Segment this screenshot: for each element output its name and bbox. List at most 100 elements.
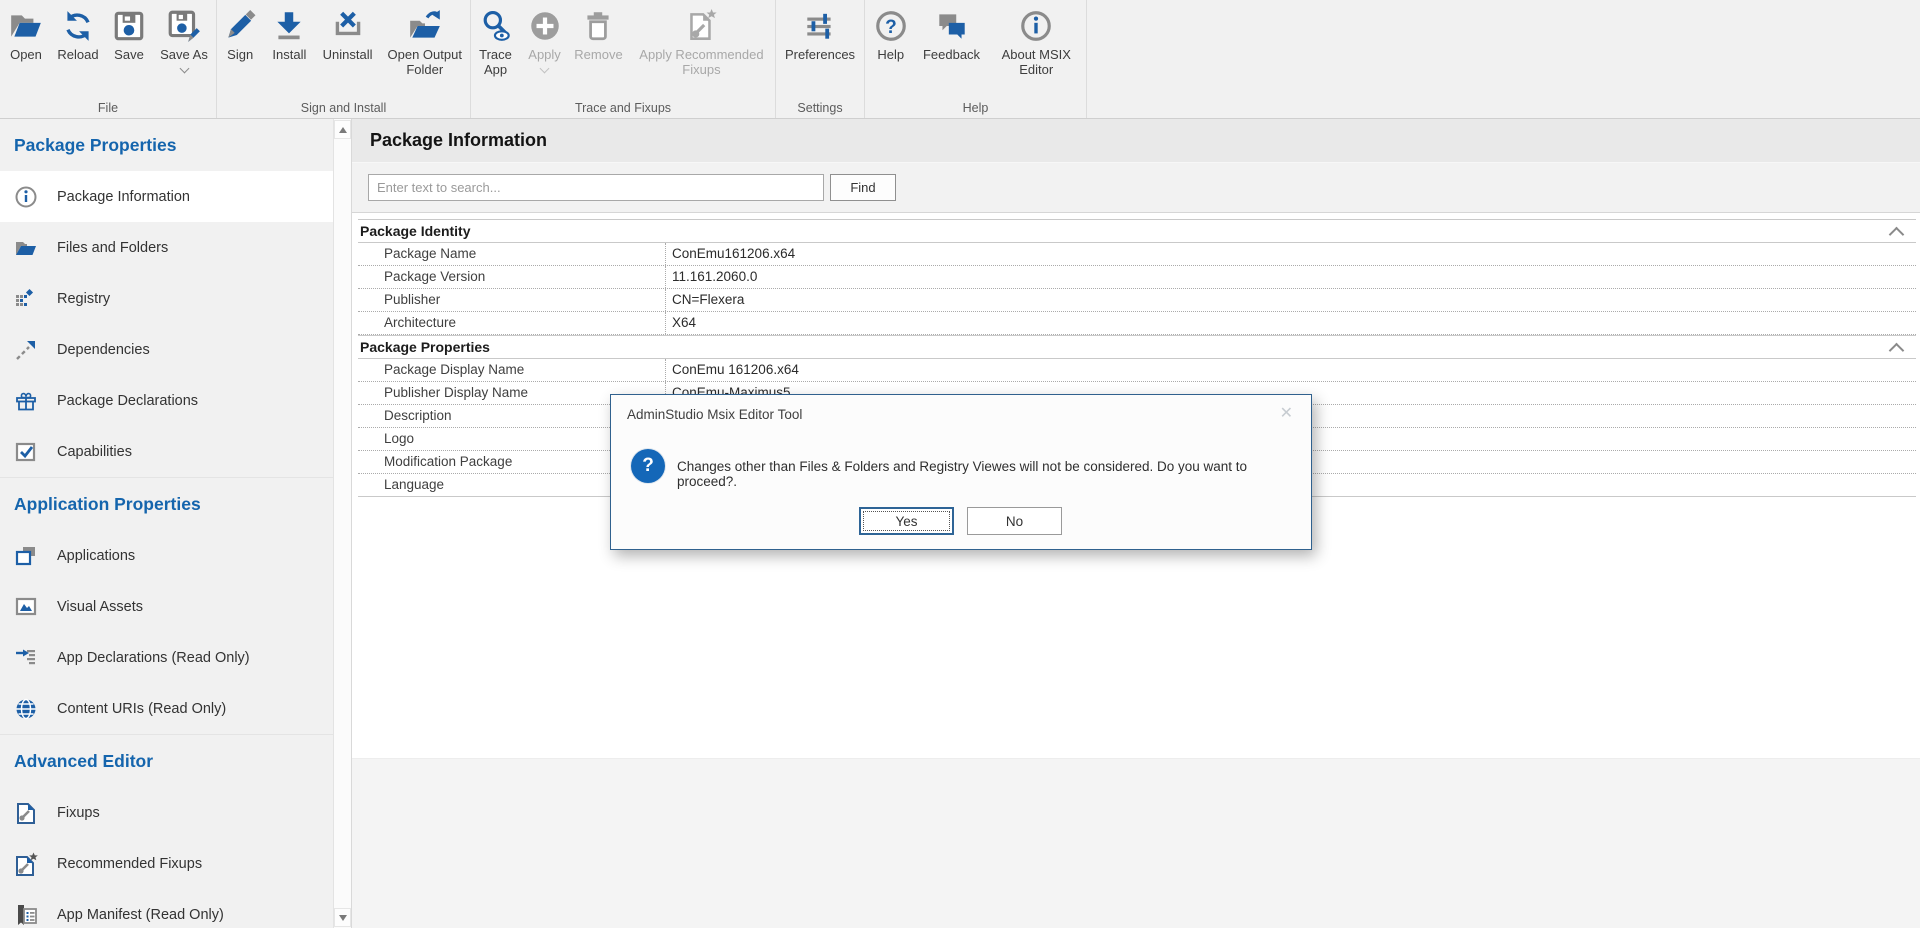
about-info-icon bbox=[1018, 8, 1054, 44]
no-button[interactable]: No bbox=[967, 507, 1062, 535]
open-button[interactable]: Open bbox=[2, 8, 50, 62]
scroll-up-icon[interactable] bbox=[334, 120, 351, 139]
find-button[interactable]: Find bbox=[830, 174, 896, 201]
row-label: Package Version bbox=[358, 266, 666, 288]
table-row: Architecture X64 bbox=[358, 312, 1916, 335]
toolbar-group-file: Open Reload Save Save As File bbox=[0, 0, 217, 118]
yes-button[interactable]: Yes bbox=[859, 507, 954, 535]
toolbar-button-label: Uninstall bbox=[323, 47, 373, 62]
sidebar-item-registry[interactable]: Registry bbox=[0, 273, 333, 324]
uninstall-button[interactable]: Uninstall bbox=[316, 8, 380, 62]
sidebar-item-applications[interactable]: Applications bbox=[0, 530, 333, 581]
panel-lower-background bbox=[352, 758, 1920, 928]
row-value[interactable]: X64 bbox=[666, 312, 1916, 334]
sidebar-item-visual-assets[interactable]: Visual Assets bbox=[0, 581, 333, 632]
question-icon: ? bbox=[631, 449, 665, 483]
toolbar-button-label: Remove bbox=[574, 47, 622, 62]
toolbar-group-label: Trace and Fixups bbox=[471, 101, 775, 115]
trace-app-button[interactable]: Trace App bbox=[471, 8, 520, 77]
search-band: Find bbox=[352, 163, 1920, 213]
sidebar-section-advanced-editor: Advanced Editor Fixups Recommended Fixup… bbox=[0, 734, 333, 928]
toolbar-button-label: Preferences bbox=[785, 47, 855, 62]
install-button[interactable]: Install bbox=[263, 8, 315, 62]
close-icon[interactable]: ✕ bbox=[1280, 403, 1293, 423]
page-title: Package Information bbox=[370, 130, 547, 151]
preferences-button[interactable]: Preferences bbox=[780, 8, 860, 62]
sidebar-section-package-properties: Package Properties Package Information F… bbox=[0, 119, 333, 477]
save-as-button[interactable]: Save As bbox=[154, 8, 214, 72]
toolbar-button-label: Trace App bbox=[471, 47, 520, 77]
row-label: Publisher bbox=[358, 289, 666, 311]
uninstall-icon bbox=[330, 8, 366, 44]
package-declarations-icon bbox=[13, 389, 39, 413]
dialog-message: Changes other than Files & Folders and R… bbox=[677, 459, 1295, 489]
folder-icon bbox=[13, 236, 39, 260]
toolbar-group-label: Help bbox=[865, 101, 1086, 115]
open-output-folder-button[interactable]: Open Output Folder bbox=[380, 8, 470, 77]
app-manifest-icon bbox=[13, 903, 39, 927]
sidebar-item-package-declarations[interactable]: Package Declarations bbox=[0, 375, 333, 426]
help-icon: ? bbox=[873, 8, 909, 44]
reload-button[interactable]: Reload bbox=[52, 8, 104, 62]
section-header-package-properties[interactable]: Package Properties bbox=[358, 335, 1916, 359]
chevron-down-icon[interactable] bbox=[179, 64, 189, 74]
table-row: Package Display Name ConEmu 161206.x64 bbox=[358, 359, 1916, 382]
sidebar-item-recommended-fixups[interactable]: Recommended Fixups bbox=[0, 838, 333, 889]
sign-button[interactable]: Sign bbox=[217, 8, 263, 62]
sidebar-item-capabilities[interactable]: Capabilities bbox=[0, 426, 333, 477]
apply-icon bbox=[527, 8, 563, 44]
confirm-dialog: AdminStudio Msix Editor Tool ✕ ? Changes… bbox=[610, 394, 1312, 550]
row-value[interactable]: 11.161.2060.0 bbox=[666, 266, 1916, 288]
remove-trash-icon bbox=[580, 8, 616, 44]
row-label: Package Display Name bbox=[358, 359, 666, 381]
fixups-icon bbox=[13, 801, 39, 825]
feedback-icon bbox=[934, 8, 970, 44]
preferences-sliders-icon bbox=[802, 8, 838, 44]
search-input[interactable] bbox=[368, 174, 824, 201]
sidebar-item-app-declarations[interactable]: App Declarations (Read Only) bbox=[0, 632, 333, 683]
toolbar-button-label: Save As bbox=[160, 47, 208, 62]
sidebar-item-fixups[interactable]: Fixups bbox=[0, 787, 333, 838]
sidebar-item-package-information[interactable]: Package Information bbox=[0, 171, 333, 222]
scroll-down-icon[interactable] bbox=[334, 908, 351, 927]
feedback-button[interactable]: Feedback bbox=[917, 8, 987, 62]
save-button[interactable]: Save bbox=[106, 8, 152, 62]
chevron-down-icon bbox=[540, 64, 550, 74]
toolbar-button-label: Apply Recommended Fixups bbox=[628, 47, 775, 77]
save-icon bbox=[111, 8, 147, 44]
row-value[interactable]: ConEmu 161206.x64 bbox=[666, 359, 1916, 381]
row-value[interactable]: ConEmu161206.x64 bbox=[666, 243, 1916, 265]
sidebar-item-files-and-folders[interactable]: Files and Folders bbox=[0, 222, 333, 273]
toolbar-button-label: Open bbox=[10, 47, 42, 62]
sidebar-item-app-manifest[interactable]: App Manifest (Read Only) bbox=[0, 889, 333, 928]
collapse-chevron-icon[interactable] bbox=[1889, 343, 1905, 359]
globe-icon bbox=[13, 697, 39, 721]
help-button[interactable]: ? Help bbox=[870, 8, 912, 62]
sidebar-item-dependencies[interactable]: Dependencies bbox=[0, 324, 333, 375]
sidebar-scrollbar[interactable] bbox=[333, 119, 351, 928]
sidebar-section-title: Application Properties bbox=[0, 478, 333, 530]
remove-button: Remove bbox=[569, 8, 628, 62]
dependencies-icon bbox=[13, 338, 39, 362]
sidebar-nav: Package Properties Package Information F… bbox=[0, 119, 352, 928]
apply-recommended-fixups-icon bbox=[683, 8, 719, 44]
section-header-package-identity[interactable]: Package Identity bbox=[358, 219, 1916, 243]
registry-icon bbox=[13, 287, 39, 311]
table-row: Publisher CN=Flexera bbox=[358, 289, 1916, 312]
trace-app-icon bbox=[478, 8, 514, 44]
table-row: Package Version 11.161.2060.0 bbox=[358, 266, 1916, 289]
table-row: Package Name ConEmu161206.x64 bbox=[358, 243, 1916, 266]
collapse-chevron-icon[interactable] bbox=[1889, 227, 1905, 243]
svg-text:?: ? bbox=[885, 17, 897, 38]
toolbar-group-label: Settings bbox=[776, 101, 864, 115]
toolbar-group-settings: Preferences Settings bbox=[776, 0, 865, 118]
toolbar-button-label: Install bbox=[272, 47, 306, 62]
toolbar-group-sign-and-install: Sign Install Uninstall Open Output Folde… bbox=[217, 0, 471, 118]
about-msix-editor-button[interactable]: About MSIX Editor bbox=[991, 8, 1081, 77]
toolbar-button-label: Reload bbox=[57, 47, 98, 62]
row-value[interactable]: CN=Flexera bbox=[666, 289, 1916, 311]
sidebar-item-content-uris[interactable]: Content URIs (Read Only) bbox=[0, 683, 333, 734]
row-label: Architecture bbox=[358, 312, 666, 334]
toolbar-button-label: Help bbox=[877, 47, 904, 62]
toolbar-button-label: Save bbox=[114, 47, 144, 62]
